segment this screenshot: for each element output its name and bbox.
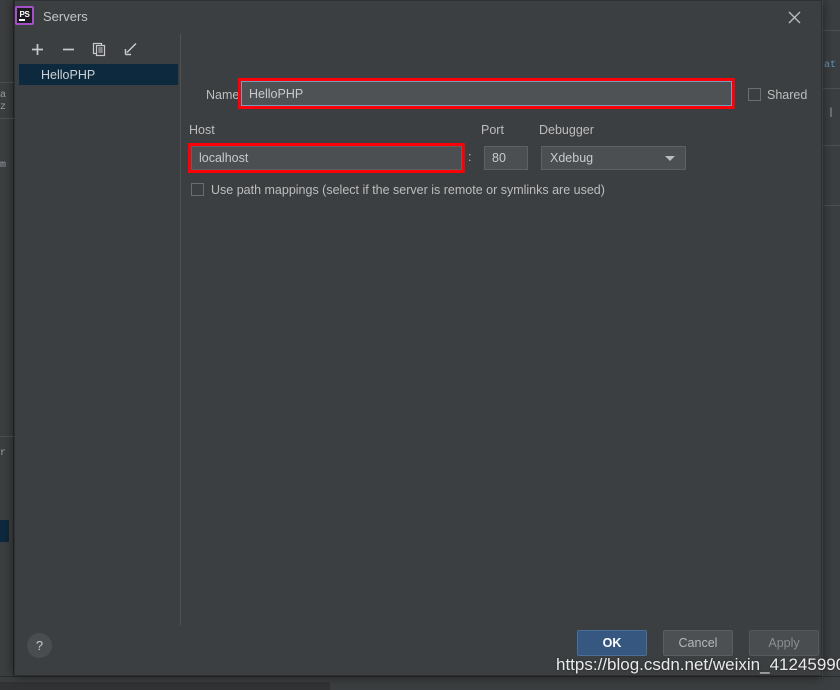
path-mappings-checkbox[interactable] — [191, 183, 204, 196]
ok-button[interactable]: OK — [577, 630, 647, 656]
host-input[interactable]: localhost — [191, 146, 462, 170]
bg-fragment-r: r — [0, 448, 6, 459]
plus-icon[interactable] — [27, 39, 47, 59]
bg-fragment-at: at — [824, 60, 836, 71]
phpstorm-icon: PS — [15, 6, 34, 25]
path-mappings-label: Use path mappings (select if the server … — [211, 183, 605, 197]
debugger-label: Debugger — [539, 123, 594, 137]
server-list-toolbar — [15, 34, 180, 64]
dialog-title: Servers — [43, 9, 88, 24]
name-label: Name: — [206, 88, 243, 102]
list-item-label: HelloPHP — [41, 68, 95, 82]
server-list-pane: HelloPHP — [15, 34, 181, 625]
bg-fragment-a: a — [0, 90, 6, 101]
host-input-value: localhost — [199, 151, 248, 165]
host-port-separator: : — [468, 150, 471, 164]
list-item[interactable]: HelloPHP — [19, 64, 178, 85]
bg-divider — [0, 82, 14, 83]
copy-icon[interactable] — [89, 39, 109, 59]
cancel-button[interactable]: Cancel — [663, 630, 733, 656]
shared-label: Shared — [767, 88, 807, 102]
bg-divider — [0, 436, 14, 437]
bg-divider — [822, 145, 840, 146]
bg-divider — [822, 205, 840, 206]
server-detail-pane: Name: HelloPHP Shared Host Port Debugger — [181, 34, 821, 625]
ide-status-bar-left — [0, 682, 330, 690]
bg-selection-block — [0, 520, 9, 542]
dialog-titlebar: PS Servers — [15, 1, 821, 34]
port-input[interactable]: 80 — [484, 146, 528, 170]
bg-divider — [822, 88, 840, 89]
debugger-select-value: Xdebug — [542, 151, 665, 165]
minus-icon[interactable] — [58, 39, 78, 59]
bg-divider — [0, 118, 14, 119]
dialog-body: HelloPHP Name: HelloPHP Shared Host Port — [15, 34, 821, 625]
name-input[interactable]: HelloPHP — [241, 81, 732, 106]
shared-checkbox[interactable] — [748, 88, 761, 101]
port-label: Port — [481, 123, 504, 137]
apply-button[interactable]: Apply — [749, 630, 819, 656]
port-input-value: 80 — [492, 151, 506, 165]
bg-caret: | — [828, 108, 834, 119]
dialog-footer: ? OK Cancel Apply — [15, 625, 821, 675]
servers-dialog: PS Servers — [14, 0, 822, 676]
help-button[interactable]: ? — [27, 633, 52, 658]
name-input-value: HelloPHP — [249, 87, 303, 101]
bg-divider — [822, 30, 840, 31]
close-icon[interactable] — [783, 6, 805, 28]
editor-right-column — [822, 0, 840, 690]
bg-fragment-m: m — [0, 160, 6, 171]
bg-vertical-divider — [822, 0, 823, 690]
host-label: Host — [189, 123, 215, 137]
bg-fragment-z: z — [0, 102, 6, 113]
debugger-select[interactable]: Xdebug — [541, 146, 686, 170]
arrow-down-left-icon[interactable] — [120, 39, 140, 59]
chevron-down-icon — [665, 156, 675, 161]
